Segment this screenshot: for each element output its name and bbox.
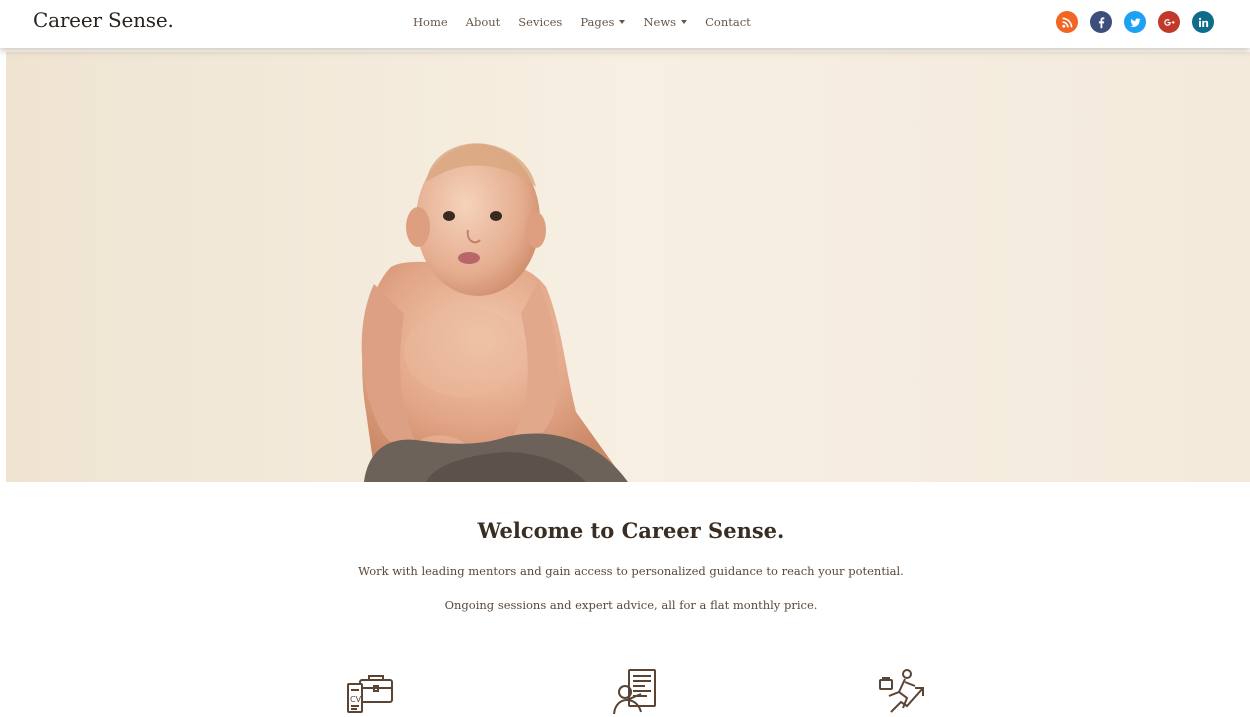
main-nav: Home About Sevices Pages News Contact bbox=[413, 15, 769, 29]
facebook-icon[interactable] bbox=[1090, 11, 1112, 33]
career-growth-icon bbox=[877, 666, 927, 716]
svg-text:CV: CV bbox=[350, 695, 362, 704]
nav-item-home[interactable]: Home bbox=[413, 15, 448, 29]
linkedin-icon[interactable] bbox=[1192, 11, 1214, 33]
google-plus-icon[interactable] bbox=[1158, 11, 1180, 33]
baby-photo bbox=[6, 52, 1250, 482]
nav-item-contact[interactable]: Contact bbox=[705, 15, 751, 29]
nav-item-news[interactable]: News bbox=[643, 15, 688, 29]
navbar: Career Sense. Home About Sevices Pages N… bbox=[0, 0, 1250, 48]
chevron-down-icon bbox=[619, 20, 626, 24]
chevron-down-icon bbox=[681, 20, 688, 24]
welcome-text-1: Work with leading mentors and gain acces… bbox=[358, 564, 904, 578]
brand-logo[interactable]: Career Sense. bbox=[33, 8, 174, 32]
nav-item-about[interactable]: About bbox=[466, 15, 501, 29]
welcome-title: Welcome to Career Sense. bbox=[477, 518, 785, 543]
twitter-icon[interactable] bbox=[1124, 11, 1146, 33]
hero-image bbox=[6, 52, 1250, 482]
nav-item-pages[interactable]: Pages bbox=[580, 15, 626, 29]
cv-briefcase-icon: CV bbox=[345, 666, 395, 716]
social-links bbox=[1056, 11, 1214, 33]
welcome-text-2: Ongoing sessions and expert advice, all … bbox=[444, 598, 818, 612]
rss-icon[interactable] bbox=[1056, 11, 1078, 33]
nav-item-services[interactable]: Sevices bbox=[518, 15, 562, 29]
mentor-document-icon bbox=[611, 666, 661, 716]
